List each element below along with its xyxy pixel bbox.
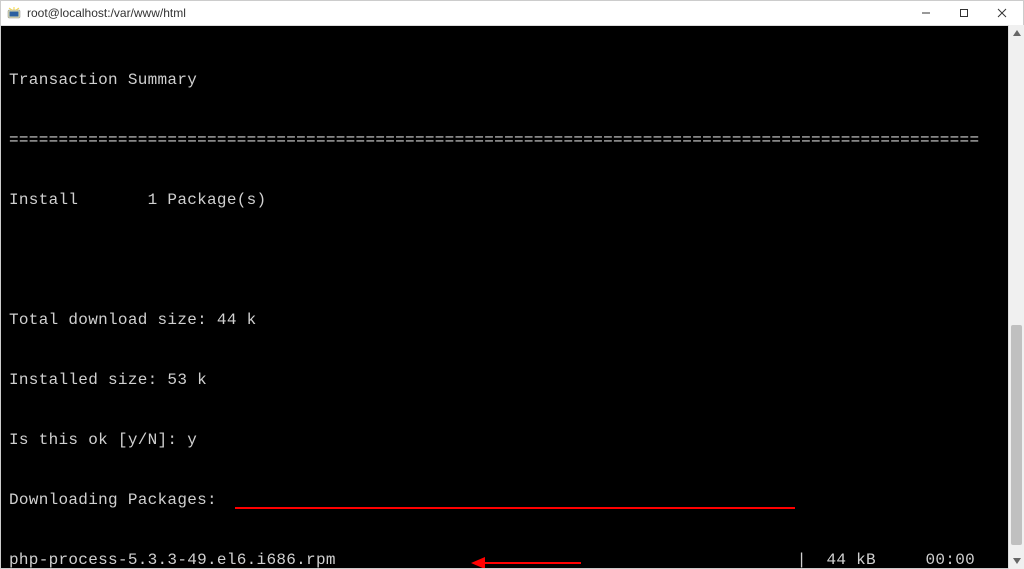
package-name: php-process-5.3.3-49.el6.i686.rpm [9, 550, 336, 568]
terminal-body[interactable]: Transaction Summary ====================… [1, 26, 1023, 568]
vertical-scrollbar[interactable] [1008, 25, 1024, 569]
download-size: Total download size: 44 k [9, 310, 1015, 330]
scrollbar-thumb[interactable] [1011, 325, 1022, 545]
blank [9, 250, 1015, 270]
separator-line: ========================================… [9, 130, 1015, 150]
titlebar-left: root@localhost:/var/www/html [7, 6, 186, 20]
scrollbar-down-button[interactable] [1009, 553, 1024, 569]
window-controls [907, 2, 1021, 25]
minimize-button[interactable] [907, 2, 945, 25]
package-download: php-process-5.3.3-49.el6.i686.rpm | 44 k… [9, 550, 1015, 568]
heading-text: Transaction Summary [9, 70, 1015, 90]
titlebar: root@localhost:/var/www/html [1, 1, 1023, 26]
confirm-prompt: Is this ok [y/N]: y [9, 430, 1015, 450]
terminal-window: root@localhost:/var/www/html Transaction… [0, 0, 1024, 569]
window-title: root@localhost:/var/www/html [27, 6, 186, 20]
installed-size: Installed size: 53 k [9, 370, 1015, 390]
close-button[interactable] [983, 2, 1021, 25]
annotation-underline [235, 507, 795, 509]
install-summary: Install 1 Package(s) [9, 190, 1015, 210]
scrollbar-up-button[interactable] [1009, 25, 1024, 41]
putty-icon [7, 6, 21, 20]
maximize-button[interactable] [945, 2, 983, 25]
package-progress: | 44 kB 00:00 [797, 550, 1015, 568]
